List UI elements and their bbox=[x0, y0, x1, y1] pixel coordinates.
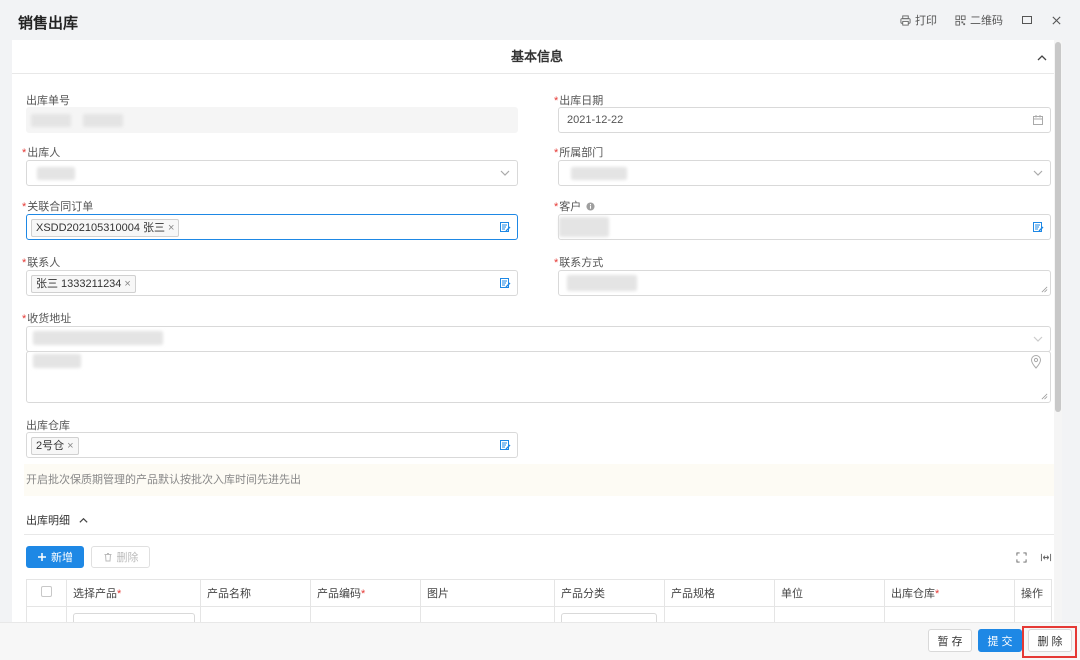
col-header: 选择产品* bbox=[66, 579, 201, 607]
contract-label: *关联合同订单 bbox=[22, 201, 94, 213]
tag-close-icon[interactable]: × bbox=[124, 276, 130, 292]
fullscreen-icon[interactable] bbox=[1016, 552, 1027, 563]
select-list-icon[interactable] bbox=[499, 221, 511, 233]
resize-handle-icon[interactable] bbox=[1041, 393, 1048, 400]
delete-row-button[interactable]: 删除 bbox=[91, 546, 150, 568]
scrollbar-thumb[interactable] bbox=[1055, 42, 1061, 412]
address-region-select[interactable] bbox=[26, 326, 1051, 352]
footer-bar bbox=[0, 622, 1080, 660]
detail-header[interactable]: 出库明细 bbox=[26, 512, 89, 528]
handler-label: *出库人 bbox=[22, 147, 61, 159]
select-all-cell bbox=[26, 579, 67, 607]
select-list-icon[interactable] bbox=[1032, 221, 1044, 233]
warehouse-label: 出库仓库 bbox=[26, 420, 70, 432]
customer-field[interactable] bbox=[558, 214, 1051, 240]
warehouse-tag: 2号仓 × bbox=[31, 437, 79, 455]
warehouse-tag-text: 2号仓 bbox=[36, 440, 65, 452]
contact-method-label: *联系方式 bbox=[554, 257, 604, 269]
col-header: 产品编码* bbox=[310, 579, 421, 607]
order-no-field bbox=[26, 107, 518, 133]
contact-tag: 张三 1333211234 × bbox=[31, 275, 136, 293]
print-button[interactable]: 打印 bbox=[900, 12, 937, 28]
qrcode-button[interactable]: 二维码 bbox=[955, 12, 1003, 28]
contract-tag: XSDD202105310004 张三 × bbox=[31, 219, 180, 237]
select-list-icon[interactable] bbox=[499, 277, 511, 289]
col-header: 产品名称 bbox=[200, 579, 311, 607]
close-button[interactable] bbox=[1051, 15, 1062, 26]
address-detail-field[interactable] bbox=[26, 351, 1051, 403]
calendar-icon[interactable] bbox=[1032, 114, 1044, 126]
col-header: 图片 bbox=[420, 579, 555, 607]
col-header: 产品规格 bbox=[664, 579, 775, 607]
trash-icon bbox=[104, 553, 111, 562]
form-panel: 基本信息 出库单号 *出库日期 2021-12-22 *出库人 *所属部门 *关… bbox=[12, 40, 1062, 622]
handler-select[interactable] bbox=[26, 160, 518, 186]
chevron-up-icon[interactable] bbox=[78, 515, 89, 526]
add-row-button[interactable]: 新增 bbox=[26, 546, 84, 568]
contact-label: *联系人 bbox=[22, 257, 61, 269]
category-select-input[interactable] bbox=[561, 613, 657, 622]
contact-field[interactable]: 张三 1333211234 × bbox=[26, 270, 518, 296]
category-cell[interactable] bbox=[554, 606, 665, 622]
resize-handle-icon[interactable] bbox=[1041, 286, 1048, 293]
out-date-label: *出库日期 bbox=[554, 95, 604, 107]
printer-icon bbox=[900, 14, 911, 26]
address-label: *收货地址 bbox=[22, 313, 72, 325]
submit-button[interactable]: 提 交 bbox=[978, 629, 1022, 652]
detail-table: 选择产品* 产品名称 产品编码* 图片 产品分类 产品规格 单位 出库仓库* 操… bbox=[26, 579, 1052, 622]
product-select-cell[interactable] bbox=[66, 606, 201, 622]
section-title: 基本信息 bbox=[12, 40, 1062, 74]
warehouse-field[interactable]: 2号仓 × bbox=[26, 432, 518, 458]
department-select[interactable] bbox=[558, 160, 1051, 186]
divider bbox=[24, 534, 1054, 535]
qrcode-icon bbox=[955, 14, 966, 26]
chevron-down-icon bbox=[500, 170, 510, 176]
col-header: 产品分类 bbox=[554, 579, 665, 607]
col-header: 操作 bbox=[1014, 579, 1052, 607]
title-bar: 销售出库 打印 二维码 bbox=[0, 0, 1080, 40]
window-actions: 打印 二维码 bbox=[900, 12, 1062, 28]
window-title: 销售出库 bbox=[18, 15, 79, 32]
col-header: 出库仓库* bbox=[884, 579, 1015, 607]
qrcode-label: 二维码 bbox=[970, 15, 1003, 27]
customer-label: *客户 bbox=[554, 198, 595, 214]
column-width-icon[interactable] bbox=[1040, 552, 1052, 563]
chevron-down-icon bbox=[1033, 170, 1043, 176]
contact-method-field[interactable] bbox=[558, 270, 1051, 296]
out-date-field[interactable]: 2021-12-22 bbox=[558, 107, 1051, 133]
table-row bbox=[26, 606, 1052, 622]
tag-close-icon[interactable]: × bbox=[168, 220, 174, 236]
print-label: 打印 bbox=[915, 15, 937, 27]
maximize-button[interactable] bbox=[1021, 14, 1033, 26]
plus-icon bbox=[38, 553, 46, 561]
contract-field[interactable]: XSDD202105310004 张三 × bbox=[26, 214, 518, 240]
select-all-checkbox[interactable] bbox=[41, 586, 52, 597]
out-date-value: 2021-12-22 bbox=[567, 114, 624, 126]
table-header-row: 选择产品* 产品名称 产品编码* 图片 产品分类 产品规格 单位 出库仓库* 操… bbox=[26, 579, 1052, 607]
maximize-icon bbox=[1022, 16, 1032, 24]
location-pin-icon[interactable] bbox=[1030, 355, 1042, 369]
save-draft-button[interactable]: 暂 存 bbox=[928, 629, 972, 652]
chevron-down-icon bbox=[1033, 336, 1043, 342]
highlight-box bbox=[1022, 626, 1077, 658]
select-list-icon[interactable] bbox=[499, 439, 511, 451]
fifo-notice: 开启批次保质期管理的产品默认按批次入库时间先进先出 bbox=[24, 464, 1054, 496]
detail-title: 出库明细 bbox=[26, 515, 70, 527]
chevron-up-icon[interactable] bbox=[1036, 52, 1048, 64]
info-icon[interactable] bbox=[586, 201, 595, 211]
contract-tag-text: XSDD202105310004 张三 bbox=[36, 222, 166, 234]
product-select-input[interactable] bbox=[73, 613, 195, 622]
tag-close-icon[interactable]: × bbox=[67, 438, 73, 454]
close-icon bbox=[1052, 15, 1061, 25]
scrollbar[interactable] bbox=[1054, 40, 1062, 622]
order-no-label: 出库单号 bbox=[26, 95, 70, 107]
contact-tag-text: 张三 1333211234 bbox=[36, 278, 122, 290]
department-label: *所属部门 bbox=[554, 147, 604, 159]
col-header: 单位 bbox=[774, 579, 885, 607]
row-select-cell bbox=[26, 606, 67, 622]
